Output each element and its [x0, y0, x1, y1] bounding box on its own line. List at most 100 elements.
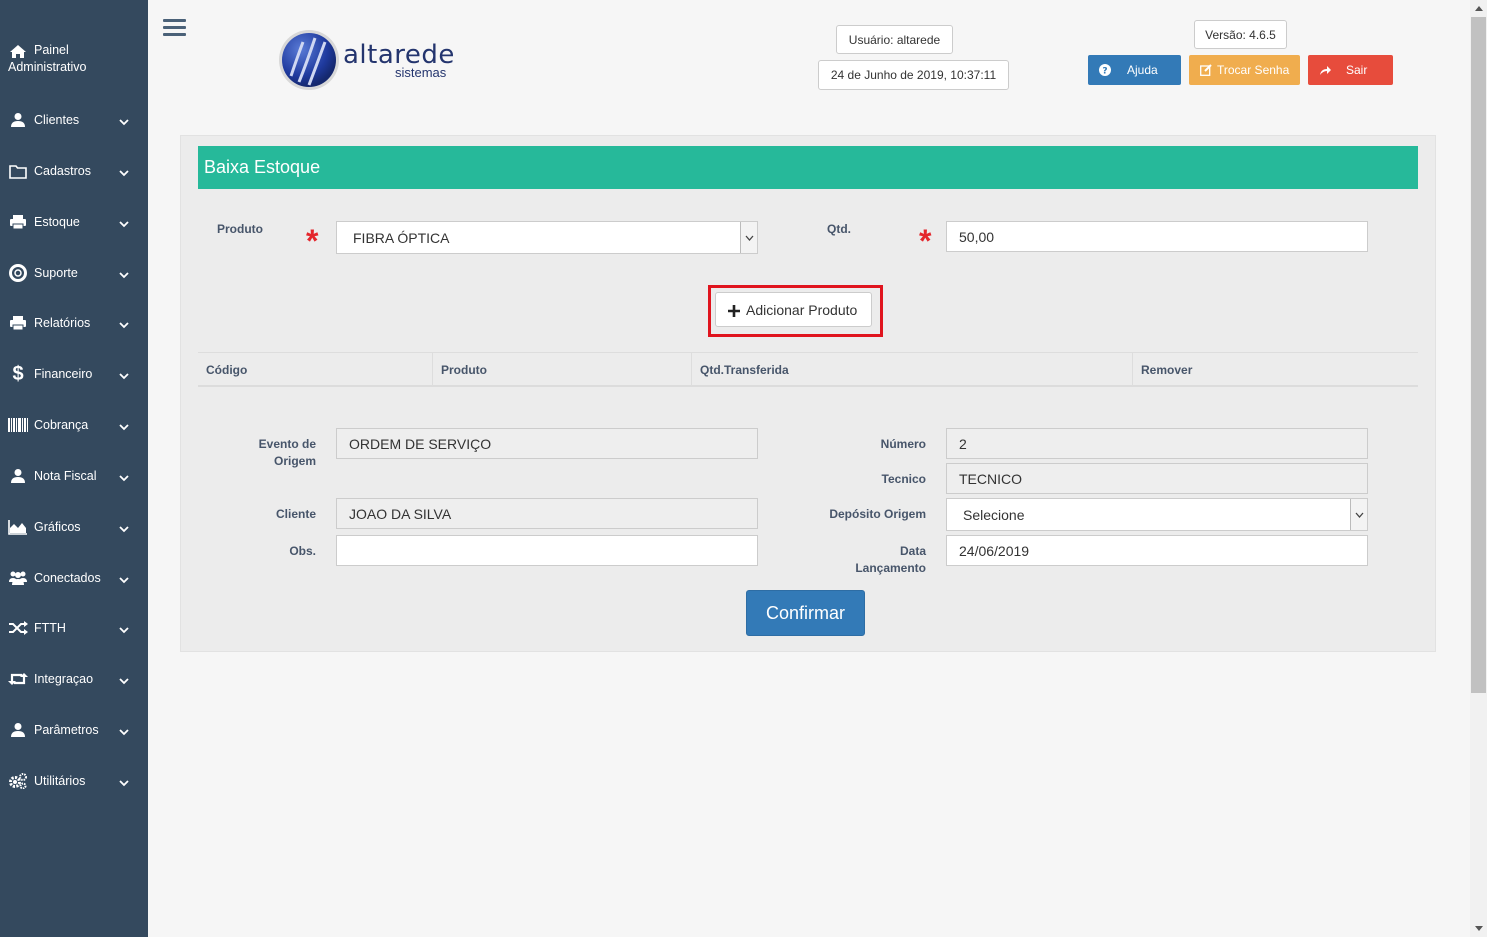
- chevron-down-icon: [119, 318, 129, 329]
- sidebar-item-painel[interactable]: Painel Administrativo: [0, 42, 148, 78]
- sidebar-item-utilitarios[interactable]: Utilitários: [0, 771, 148, 791]
- user-icon: [8, 467, 28, 485]
- scrollbar-thumb[interactable]: [1471, 17, 1486, 693]
- deposito-origem-select[interactable]: Selecione: [946, 498, 1368, 531]
- chevron-down-icon: [119, 268, 129, 279]
- cliente-label: Cliente: [275, 507, 316, 521]
- evento-origem-field[interactable]: ORDEM DE SERVIÇO: [336, 428, 758, 459]
- required-marker: *: [919, 223, 932, 259]
- plus-icon: [728, 304, 740, 317]
- cogs-icon: [8, 772, 28, 790]
- question-circle-icon: ?: [1099, 64, 1111, 77]
- logout-label: Sair: [1346, 63, 1368, 77]
- sidebar-item-label: Conectados: [34, 571, 101, 585]
- sidebar-item-label: Relatórios: [34, 316, 91, 330]
- deposito-origem-value: Selecione: [963, 506, 1025, 523]
- chevron-down-icon: [119, 471, 129, 482]
- chevron-down-icon: [119, 776, 129, 787]
- data-lancamento-input[interactable]: 24/06/2019: [946, 535, 1368, 566]
- numero-field[interactable]: 2: [946, 428, 1368, 459]
- change-password-button[interactable]: Trocar Senha: [1189, 55, 1300, 85]
- printer-icon: [8, 314, 28, 332]
- sidebar-item-label: Painel Administrativo: [8, 43, 87, 74]
- col-produto[interactable]: Produto: [433, 353, 692, 386]
- share-icon: [1319, 64, 1331, 76]
- barcode-icon: [8, 416, 28, 434]
- obs-label: Obs.: [289, 544, 316, 558]
- col-remover[interactable]: Remover: [1133, 353, 1418, 386]
- confirm-button[interactable]: Confirmar: [746, 590, 865, 636]
- obs-input[interactable]: [336, 535, 758, 566]
- chevron-down-icon: [119, 217, 129, 228]
- datetime-info: 24 de Junho de 2019, 10:37:11: [818, 60, 1009, 90]
- user-icon: [8, 111, 28, 129]
- cliente-field[interactable]: JOAO DA SILVA: [336, 498, 758, 529]
- sidebar-item-label: Estoque: [34, 215, 80, 229]
- chevron-down-icon: [119, 369, 129, 380]
- deposito-origem-label: Depósito Origem: [829, 507, 926, 521]
- produto-label: Produto: [217, 222, 263, 236]
- chevron-down-icon: [119, 115, 129, 126]
- sidebar-item-clientes[interactable]: Clientes: [0, 110, 148, 130]
- sidebar-item-label: Gráficos: [34, 520, 81, 534]
- add-product-label: Adicionar Produto: [746, 301, 858, 318]
- area-chart-icon: [8, 518, 28, 536]
- chevron-down-icon: [119, 420, 129, 431]
- printer-icon: [8, 213, 28, 231]
- sidebar-item-label: Parâmetros: [34, 723, 99, 737]
- sidebar-item-cobranca[interactable]: Cobrança: [0, 415, 148, 435]
- add-product-button[interactable]: Adicionar Produto: [715, 292, 872, 327]
- sidebar-item-graficos[interactable]: Gráficos: [0, 517, 148, 537]
- tecnico-label: Tecnico: [881, 472, 926, 486]
- logout-button[interactable]: Sair: [1308, 55, 1393, 85]
- app-root: Painel Administrativo Clientes Cadastros…: [0, 0, 1487, 937]
- sidebar-item-ftth[interactable]: FTTH: [0, 618, 148, 638]
- sidebar-item-label: Integraçao: [34, 672, 94, 686]
- data-lancamento-label: Data Lançamento: [855, 544, 926, 575]
- chevron-down-icon: [119, 166, 129, 177]
- chevron-down-icon: [740, 222, 757, 253]
- col-codigo[interactable]: Código: [198, 353, 433, 386]
- sidebar-item-nota-fiscal[interactable]: Nota Fiscal: [0, 466, 148, 486]
- required-marker: *: [306, 223, 319, 259]
- sidebar-item-financeiro[interactable]: $ Financeiro: [0, 363, 148, 385]
- produto-select-value: FIBRA ÓPTICA: [353, 229, 450, 246]
- user-info: Usuário: altarede: [836, 25, 953, 54]
- sidebar-item-relatorios[interactable]: Relatórios: [0, 313, 148, 333]
- sidebar-item-label: Utilitários: [34, 774, 86, 788]
- col-qtd-transferida[interactable]: Qtd.Transferida: [692, 353, 1133, 386]
- sidebar-item-integracao[interactable]: Integraçao: [0, 669, 148, 689]
- random-icon: [8, 619, 28, 637]
- qtd-input[interactable]: 50,00: [946, 221, 1368, 252]
- version-info: Versão: 4.6.5: [1194, 20, 1287, 49]
- help-button[interactable]: ? Ajuda: [1088, 55, 1181, 85]
- sidebar-item-cadastros[interactable]: Cadastros: [0, 161, 148, 181]
- produto-select[interactable]: FIBRA ÓPTICA: [336, 221, 758, 254]
- edit-icon: [1200, 64, 1212, 76]
- sidebar-item-parametros[interactable]: Parâmetros: [0, 720, 148, 740]
- change-password-label: Trocar Senha: [1217, 63, 1290, 77]
- sidebar-item-label: Clientes: [34, 113, 80, 127]
- folder-icon: [8, 162, 28, 180]
- qtd-label: Qtd.: [827, 222, 851, 236]
- evento-origem-label: Evento de Origem: [258, 437, 316, 468]
- scroll-down-icon[interactable]: [1470, 920, 1487, 937]
- chevron-down-icon: [1350, 499, 1367, 530]
- menu-toggle-icon[interactable]: [163, 19, 186, 38]
- chevron-down-icon: [119, 674, 129, 685]
- sidebar-item-label: Cadastros: [34, 164, 91, 178]
- sidebar-item-label: Financeiro: [34, 367, 93, 381]
- scroll-up-icon[interactable]: [1470, 0, 1487, 17]
- chevron-down-icon: [119, 623, 129, 634]
- page-title: Baixa Estoque: [198, 146, 1418, 189]
- sidebar-item-conectados[interactable]: Conectados: [0, 568, 148, 588]
- chevron-down-icon: [119, 573, 129, 584]
- tecnico-field[interactable]: TECNICO: [946, 463, 1368, 494]
- svg-text:?: ?: [1102, 67, 1107, 77]
- retweet-icon: [8, 670, 28, 688]
- lifebuoy-icon: [8, 264, 28, 282]
- help-button-label: Ajuda: [1127, 63, 1158, 77]
- sidebar-item-estoque[interactable]: Estoque: [0, 212, 148, 232]
- sidebar-item-suporte[interactable]: Suporte: [0, 263, 148, 283]
- user-icon: [8, 721, 28, 739]
